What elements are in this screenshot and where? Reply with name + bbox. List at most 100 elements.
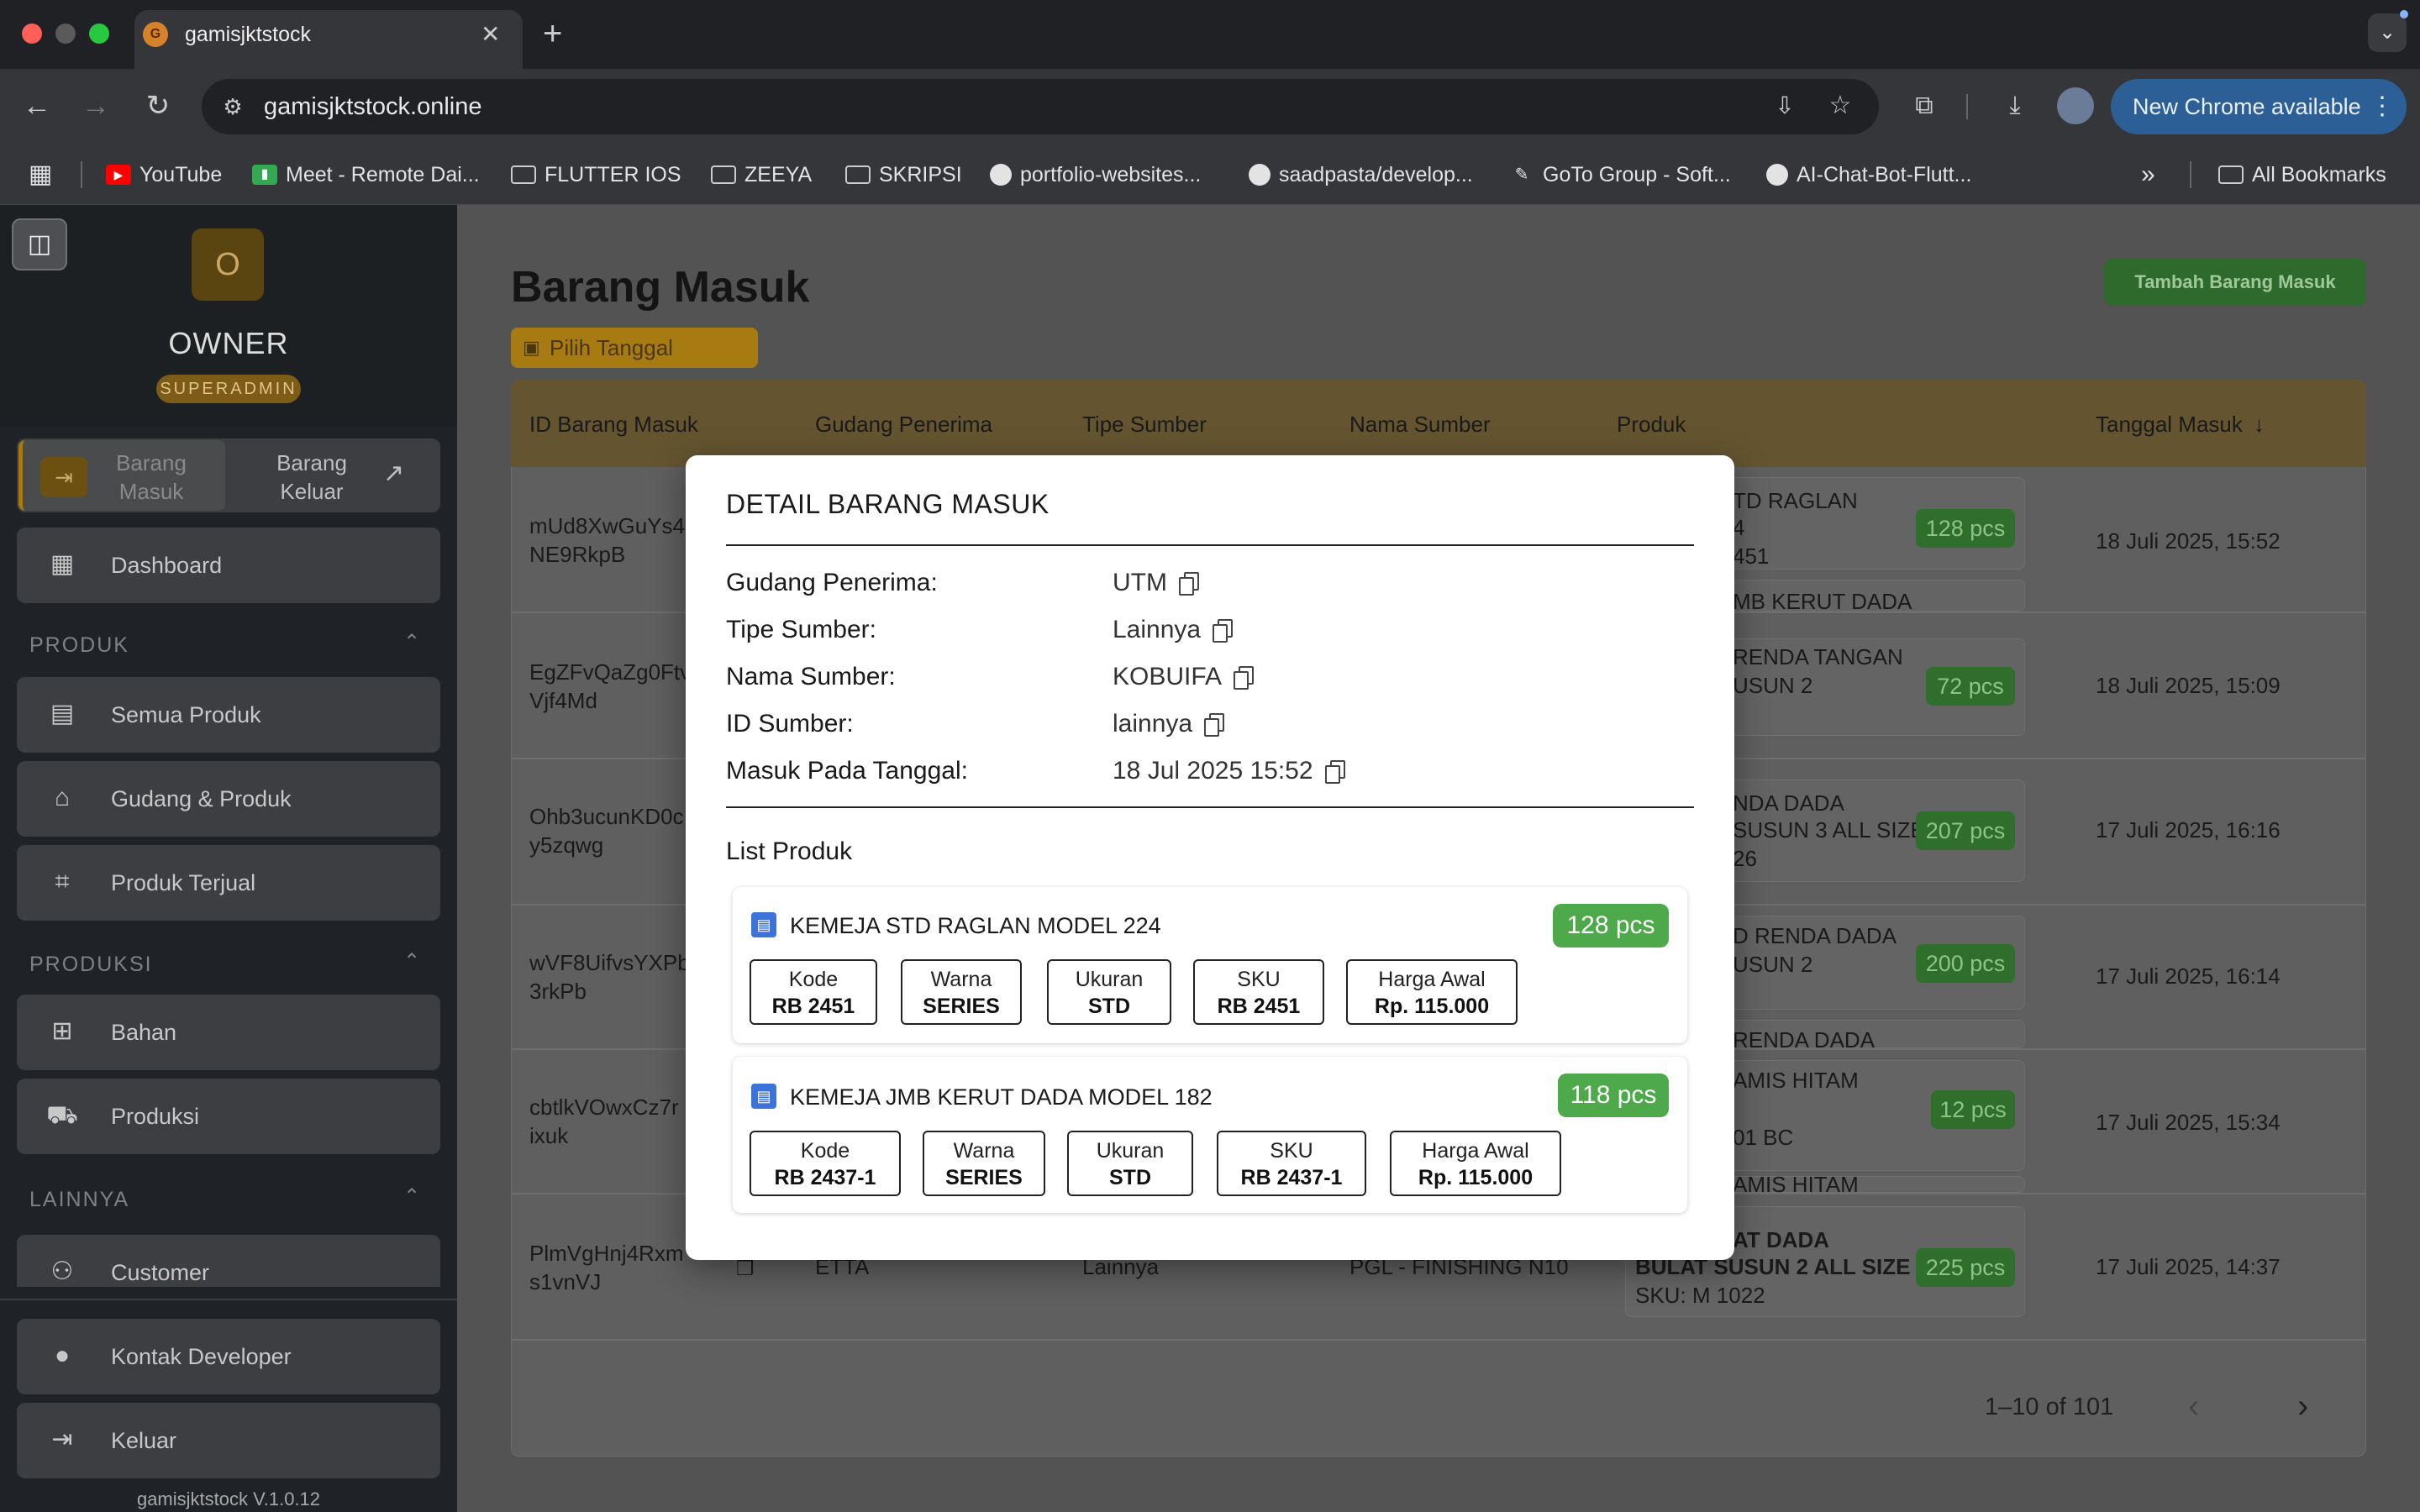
all-bookmarks[interactable]: All Bookmarks — [2218, 160, 2386, 190]
sidebar-item-label: Bahan — [111, 1020, 177, 1045]
column-header-gudang[interactable]: Gudang Penerima — [815, 412, 992, 437]
bookmark-portfolio[interactable]: portfolio-websites... — [990, 160, 1201, 190]
bookmark-skripsi[interactable]: SKRIPSI — [845, 160, 962, 190]
sidebar-item-label: Dashboard — [111, 553, 223, 578]
copy-icon[interactable] — [1234, 666, 1255, 690]
chip-kode: Kode RB 2451 — [750, 959, 877, 1025]
bookmarks-overflow-icon[interactable]: » — [2141, 160, 2155, 190]
column-header-nama[interactable]: Nama Sumber — [1349, 412, 1491, 437]
chip-harga-awal: Harga Awal Rp. 115.000 — [1346, 959, 1518, 1025]
product-item-name: KEMEJA STD RAGLAN MODEL 224 — [790, 913, 1161, 938]
login-icon: ⇥ — [40, 457, 87, 497]
bookmark-star-icon[interactable]: ☆ — [1818, 84, 1862, 128]
cell-id: ixuk — [529, 1123, 569, 1148]
bookmark-saadpasta[interactable]: saadpasta/develop... — [1249, 160, 1473, 190]
kebab-menu-icon[interactable]: ⋮ — [2370, 79, 2395, 134]
cell-id: cbtlkVOwxCz7r — [529, 1095, 679, 1120]
bookmark-label: saadpasta/develop... — [1279, 163, 1473, 186]
cell-id: y5zqwg — [529, 832, 604, 858]
product-sku: 01 BC — [1733, 1125, 1794, 1150]
reload-icon[interactable]: ↻ — [136, 84, 180, 128]
detail-tipe-sumber: Lainnya — [1113, 615, 1234, 645]
url-text[interactable]: gamisjktstock.online — [264, 92, 482, 121]
bookmark-youtube[interactable]: ▶ YouTube — [106, 160, 222, 190]
copy-icon[interactable] — [1178, 572, 1199, 596]
chip-warna: Warna SERIES — [901, 959, 1022, 1025]
sidebar-item-label: Keluar — [111, 1428, 177, 1453]
cell-id: Ohb3ucunKD0c — [529, 804, 684, 829]
apps-grid-icon[interactable]: ▦ — [29, 160, 52, 190]
github-icon — [990, 164, 1012, 186]
maximize-window-button[interactable] — [89, 24, 109, 44]
qty-badge: 207 pcs — [1916, 811, 2015, 850]
install-app-icon[interactable]: ⇩ — [1763, 84, 1807, 128]
column-header-tipe[interactable]: Tipe Sumber — [1082, 412, 1207, 437]
column-header-id[interactable]: ID Barang Masuk — [529, 412, 698, 437]
tambah-barang-masuk-button[interactable]: Tambah Barang Masuk — [2104, 259, 2366, 306]
extensions-icon[interactable]: ⧉ — [1902, 84, 1946, 128]
new-chrome-available-button[interactable]: New Chrome available — [2111, 79, 2407, 134]
sidebar-item-keluar[interactable]: ⇥ Keluar — [17, 1403, 440, 1478]
owner-avatar: O — [192, 228, 264, 301]
tab-search-chevron-icon[interactable]: ⌄ — [2368, 13, 2407, 52]
site-settings-icon[interactable]: ⚙ — [213, 87, 252, 126]
sidebar-item-produk-terjual[interactable]: ⌗ Produk Terjual — [17, 845, 440, 921]
column-header-produk[interactable]: Produk — [1617, 412, 1686, 437]
copy-icon[interactable] — [1204, 713, 1225, 737]
chip-ukuran: Ukuran STD — [1047, 959, 1171, 1025]
chevron-up-icon[interactable]: ⌃ — [403, 1184, 420, 1209]
sidebar-item-gudang-produk[interactable]: ⌂ Gudang & Produk — [17, 761, 440, 837]
sidebar-item-dashboard[interactable]: ▦ Dashboard — [17, 528, 440, 603]
chevron-up-icon[interactable]: ⌃ — [403, 949, 420, 974]
toggle-barang-keluar[interactable]: Barang Keluar — [257, 449, 366, 506]
cell-id: mUd8XwGuYs4 — [529, 513, 685, 538]
chevron-up-icon[interactable]: ⌃ — [403, 630, 420, 654]
bookmark-flutter-ios[interactable]: FLUTTER IOS — [511, 160, 681, 190]
sidebar-item-produksi[interactable]: ⛟ Produksi — [17, 1079, 440, 1154]
chip-sku: SKU RB 2451 — [1193, 959, 1324, 1025]
folder-icon — [2218, 165, 2244, 184]
chip-key: Warna — [953, 1139, 1015, 1163]
product-name: NDA DADA — [1733, 790, 1844, 816]
forward-arrow-icon[interactable]: → — [74, 84, 118, 128]
tab-close-icon[interactable]: ✕ — [481, 20, 500, 49]
bookmark-meet[interactable]: ▮ Meet - Remote Dai... — [252, 160, 480, 190]
new-tab-button[interactable]: + — [543, 15, 562, 52]
copy-icon[interactable] — [1213, 619, 1234, 643]
sidebar-item-customer[interactable]: ⚇ Customer — [17, 1235, 440, 1287]
previous-page-icon[interactable]: ‹ — [2188, 1388, 2199, 1425]
bookmark-zeeya[interactable]: ZEEYA — [711, 160, 812, 190]
copy-icon[interactable]: ❐ — [736, 1257, 755, 1281]
chip-key: SKU — [1237, 968, 1281, 991]
arrow-up-right-icon: ↗ — [383, 459, 405, 487]
tab-favicon-icon: G — [143, 22, 168, 47]
sidebar-item-semua-produk[interactable]: ▤ Semua Produk — [17, 677, 440, 753]
detail-value: 18 Jul 2025 15:52 — [1113, 757, 1313, 785]
sidebar-item-bahan[interactable]: ⊞ Bahan — [17, 995, 440, 1070]
column-header-tanggal[interactable]: Tanggal Masuk — [2096, 412, 2243, 437]
pick-date-button[interactable]: Pilih Tanggal — [511, 328, 758, 368]
chip-value: SERIES — [923, 995, 1000, 1018]
copy-icon[interactable] — [1324, 760, 1345, 784]
bookmark-ai-chat-bot[interactable]: AI-Chat-Bot-Flutt... — [1766, 160, 1971, 190]
minimize-window-button[interactable] — [55, 24, 76, 44]
back-arrow-icon[interactable]: ← — [15, 84, 59, 128]
bookmark-goto[interactable]: ✎ GoTo Group - Soft... — [1509, 160, 1731, 190]
detail-value: KOBUIFA — [1113, 663, 1223, 690]
calendar-icon: ▣ — [523, 337, 540, 358]
github-icon — [1766, 164, 1788, 186]
downloads-icon[interactable]: ⤓ — [1993, 84, 2037, 128]
sidebar-toggle-icon[interactable]: ◫ — [12, 218, 67, 270]
archive-icon: ▤ — [751, 1084, 776, 1109]
next-page-icon[interactable]: › — [2297, 1388, 2308, 1425]
sidebar-item-kontak-developer[interactable]: ● Kontak Developer — [17, 1319, 440, 1394]
sort-down-icon[interactable]: ↓ — [2254, 412, 2265, 437]
tag-icon: ⌗ — [55, 868, 70, 895]
profile-avatar[interactable] — [2057, 87, 2094, 124]
modal-divider — [726, 544, 1694, 546]
product-sku: 26 — [1733, 846, 1757, 871]
close-window-button[interactable] — [22, 24, 42, 44]
bookmark-label: All Bookmarks — [2252, 163, 2386, 186]
chip-value: RB 2451 — [771, 995, 855, 1018]
chip-key: Kode — [800, 1139, 850, 1163]
